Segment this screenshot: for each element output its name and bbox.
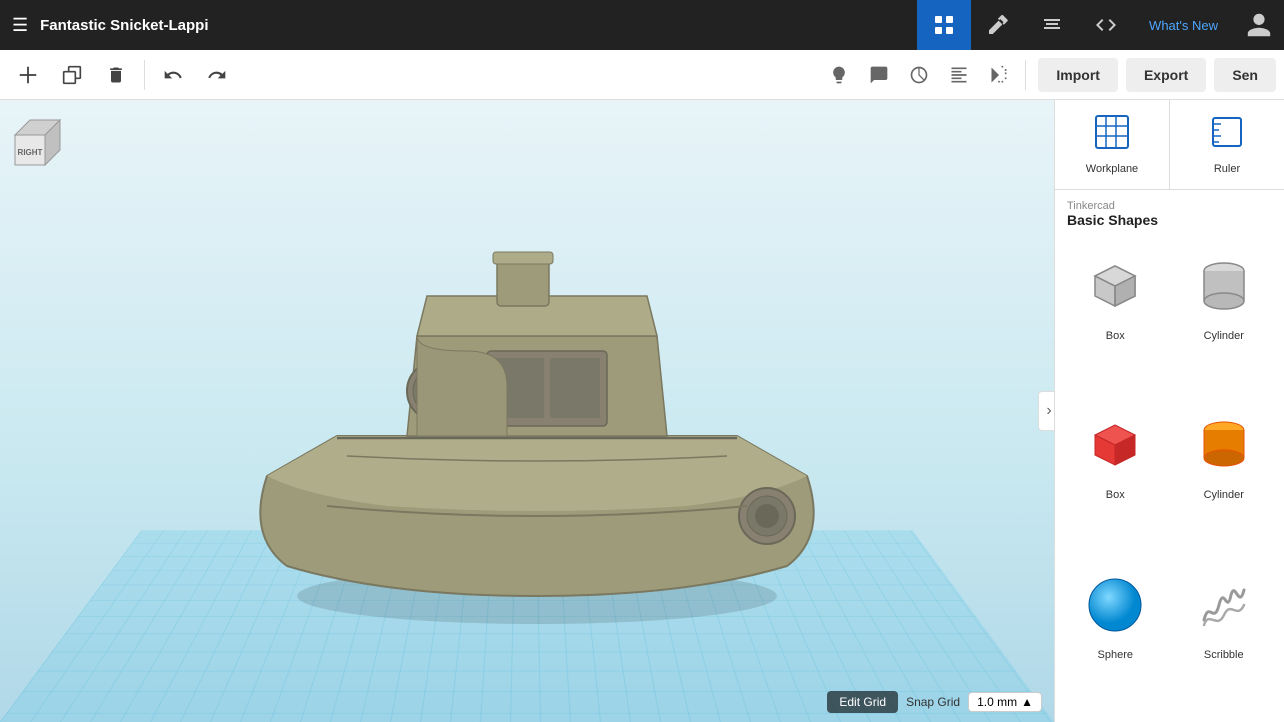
whats-new-button[interactable]: What's New: [1133, 0, 1234, 50]
svg-text:RIGHT: RIGHT: [18, 148, 43, 157]
shapes-source: Tinkercad: [1067, 200, 1272, 212]
shape-label-scribble: Scribble: [1204, 649, 1244, 661]
edit-grid-button[interactable]: Edit Grid: [827, 691, 898, 713]
panel-tabs: Workplane Ruler: [1055, 100, 1284, 190]
mirror-tool[interactable]: [981, 57, 1017, 93]
main-layout: RIGHT: [0, 100, 1284, 722]
shape-label-box-solid: Box: [1106, 489, 1125, 501]
shape-label-box-wireframe: Box: [1106, 330, 1125, 342]
snap-grid-value-text: 1.0 mm: [977, 695, 1017, 709]
shape-sphere-solid[interactable]: Sphere: [1065, 561, 1166, 712]
shape-label-cylinder-wireframe: Cylinder: [1204, 330, 1244, 342]
top-nav: ☰ Fantastic Snicket-Lappi What': [0, 0, 1284, 50]
shape-thumb-scribble: [1184, 565, 1264, 645]
undo-button[interactable]: [153, 55, 193, 95]
menu-icon[interactable]: ☰: [0, 15, 40, 36]
duplicate-button[interactable]: [52, 55, 92, 95]
shape-box-solid[interactable]: Box: [1065, 401, 1166, 552]
sep2: [1025, 60, 1026, 90]
tab-ruler[interactable]: Ruler: [1170, 100, 1284, 189]
nav-build[interactable]: [971, 0, 1025, 50]
right-panel: Workplane Ruler Tinkercad Basic Shapes: [1054, 100, 1284, 722]
snap-grid-arrow: ▲: [1021, 695, 1033, 709]
sep1: [144, 60, 145, 90]
shape-tool[interactable]: [901, 57, 937, 93]
shape-thumb-sphere-solid: [1075, 565, 1155, 645]
boat-model: [80, 150, 994, 642]
note-tool[interactable]: [861, 57, 897, 93]
tab-workplane[interactable]: Workplane: [1055, 100, 1170, 189]
toolbar: Import Export Sen: [0, 50, 1284, 100]
nav-grid-view[interactable]: [917, 0, 971, 50]
panel-collapse-button[interactable]: ›: [1038, 391, 1054, 431]
workplane-label: Workplane: [1086, 163, 1138, 175]
shape-label-sphere-solid: Sphere: [1098, 649, 1133, 661]
add-button[interactable]: [8, 55, 48, 95]
shapes-grid: Box Cylinder: [1055, 232, 1284, 722]
shape-thumb-cylinder-solid: [1184, 405, 1264, 485]
snap-grid-label: Snap Grid: [906, 695, 960, 709]
shape-thumb-cylinder-wireframe: [1184, 246, 1264, 326]
bottom-bar: Edit Grid Snap Grid 1.0 mm ▲: [0, 682, 1054, 722]
shape-thumb-box-solid: [1075, 405, 1155, 485]
ruler-label: Ruler: [1214, 163, 1240, 175]
shape-label-cylinder-solid: Cylinder: [1204, 489, 1244, 501]
redo-button[interactable]: [197, 55, 237, 95]
nav-layers[interactable]: [1025, 0, 1079, 50]
shapes-header: Tinkercad Basic Shapes: [1055, 190, 1284, 232]
export-button[interactable]: Export: [1126, 58, 1206, 92]
delete-button[interactable]: [96, 55, 136, 95]
shape-scribble[interactable]: Scribble: [1174, 561, 1275, 712]
shape-thumb-box-wireframe: [1075, 246, 1155, 326]
import-button[interactable]: Import: [1038, 58, 1118, 92]
ruler-icon: [1209, 114, 1245, 157]
snap-grid-dropdown[interactable]: 1.0 mm ▲: [968, 692, 1042, 712]
shape-box-wireframe[interactable]: Box: [1065, 242, 1166, 393]
user-button[interactable]: [1234, 0, 1284, 50]
shapes-title: Basic Shapes: [1067, 212, 1272, 228]
nav-icons: [917, 0, 1133, 50]
viewport[interactable]: RIGHT: [0, 100, 1054, 722]
view-cube[interactable]: RIGHT: [10, 110, 70, 170]
workplane-icon: [1094, 114, 1130, 157]
light-tool[interactable]: [821, 57, 857, 93]
nav-code[interactable]: [1079, 0, 1133, 50]
shape-cylinder-solid[interactable]: Cylinder: [1174, 401, 1275, 552]
send-button[interactable]: Sen: [1214, 58, 1276, 92]
app-title: Fantastic Snicket-Lappi: [40, 17, 917, 34]
align-tool[interactable]: [941, 57, 977, 93]
shape-cylinder-wireframe[interactable]: Cylinder: [1174, 242, 1275, 393]
